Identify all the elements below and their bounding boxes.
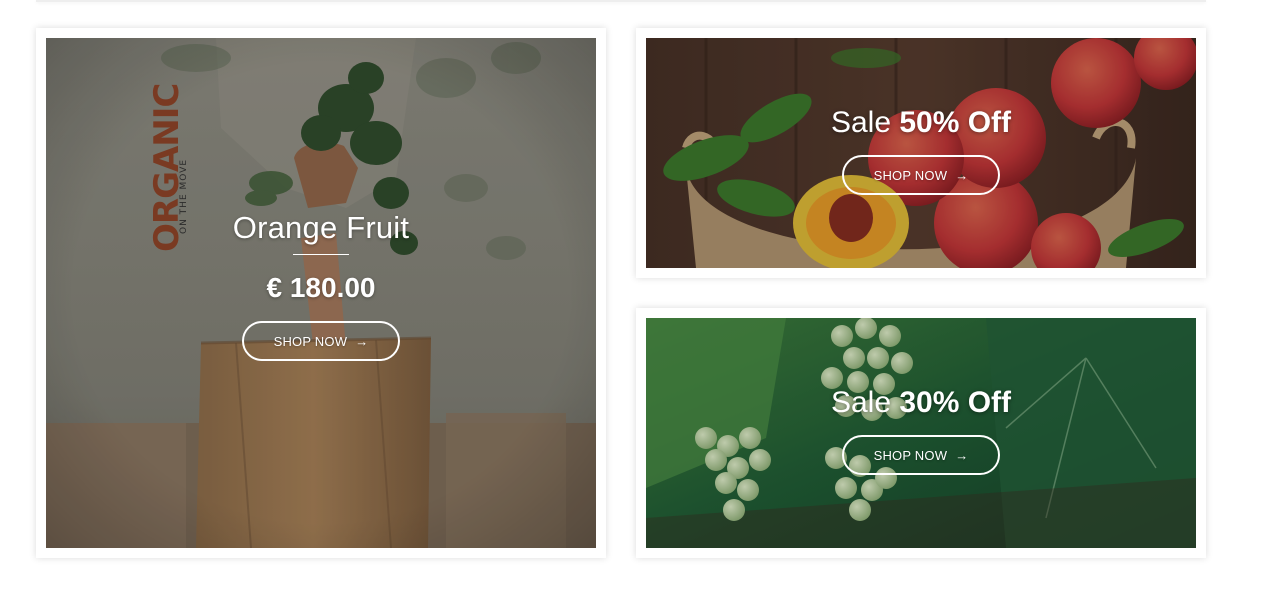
shop-now-button[interactable]: SHOP NOW → <box>242 321 400 361</box>
banner-content: Sale 30% Off SHOP NOW → <box>646 386 1196 475</box>
sale-prefix: Sale <box>830 386 891 419</box>
shop-now-button[interactable]: SHOP NOW → <box>842 155 1000 195</box>
arrow-right-icon: → <box>955 167 969 183</box>
sale-amount: 50% Off <box>899 106 1012 139</box>
shop-now-button[interactable]: SHOP NOW → <box>842 435 1000 475</box>
sale-heading: Sale 50% Off <box>646 106 1196 140</box>
top-divider <box>36 0 1206 2</box>
sale-prefix: Sale <box>830 106 891 139</box>
banner-image-bag: ORGANIC ON THE MOVE Orange Fruit € 180.0… <box>46 38 596 548</box>
banner-orange-fruit[interactable]: ORGANIC ON THE MOVE Orange Fruit € 180.0… <box>36 28 606 558</box>
arrow-right-icon: → <box>955 447 969 463</box>
banner-image-peaches: Sale 50% Off SHOP NOW → <box>646 38 1196 268</box>
banner-content: Sale 50% Off SHOP NOW → <box>646 106 1196 195</box>
title-divider <box>293 254 349 255</box>
arrow-right-icon: → <box>355 333 369 349</box>
banner-image-grapes: Sale 30% Off SHOP NOW → <box>646 318 1196 548</box>
banner-price: € 180.00 <box>266 272 376 303</box>
shop-now-label: SHOP NOW <box>273 333 348 349</box>
sale-amount: 30% Off <box>899 386 1012 419</box>
sale-heading: Sale 30% Off <box>646 386 1196 420</box>
shop-now-label: SHOP NOW <box>873 167 948 183</box>
banner-sale-50[interactable]: Sale 50% Off SHOP NOW → <box>636 28 1206 278</box>
banner-sale-30[interactable]: Sale 30% Off SHOP NOW → <box>636 308 1206 558</box>
banner-title: Orange Fruit <box>232 210 410 245</box>
banner-content: Orange Fruit € 180.00 SHOP NOW → <box>46 210 596 361</box>
shop-now-label: SHOP NOW <box>873 447 948 463</box>
